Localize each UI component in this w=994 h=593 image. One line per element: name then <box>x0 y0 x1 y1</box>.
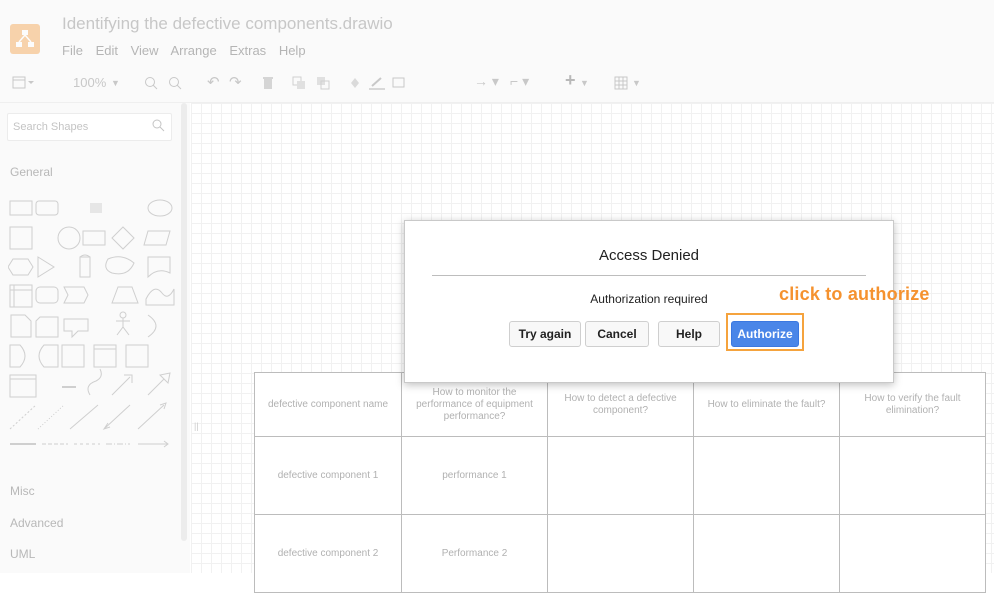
connection-icon[interactable]: → ▾ <box>474 73 499 90</box>
zoom-in-icon[interactable] <box>144 76 158 90</box>
zoom-level[interactable]: 100% <box>73 75 106 90</box>
fill-icon[interactable] <box>348 76 362 90</box>
table-cell[interactable]: defective component 1 <box>254 436 402 515</box>
undo-icon[interactable]: ↶ <box>207 73 220 91</box>
toolbar: 100% ▼ ↶ ↷ → ▾ ⌐ ▾ + ▼ ▼ <box>0 62 994 103</box>
try-again-button[interactable]: Try again <box>509 321 581 347</box>
table-cell[interactable] <box>693 436 840 515</box>
table-cell[interactable] <box>839 436 986 515</box>
waypoints-icon[interactable]: ⌐ ▾ <box>510 73 529 90</box>
section-general[interactable]: General <box>10 165 53 179</box>
table-cell[interactable]: performance 1 <box>401 436 548 515</box>
table-cell[interactable] <box>547 514 694 593</box>
table-cell[interactable] <box>839 514 986 593</box>
shapes-sidebar: General <box>0 103 190 573</box>
table-icon[interactable] <box>614 76 628 90</box>
zoom-dropdown-icon[interactable]: ▼ <box>111 78 120 88</box>
table-cell[interactable] <box>693 514 840 593</box>
menu-arrange[interactable]: Arrange <box>170 43 216 58</box>
table-row: defective component 2 Performance 2 <box>254 514 986 593</box>
to-front-icon[interactable] <box>292 76 306 90</box>
general-shapes-palette[interactable] <box>8 193 178 453</box>
document-title: Identifying the defective components.dra… <box>62 14 393 33</box>
to-back-icon[interactable] <box>316 76 330 90</box>
table-header-cell[interactable]: defective component name <box>254 372 402 437</box>
delete-icon[interactable] <box>262 76 274 90</box>
redo-icon[interactable]: ↷ <box>229 73 242 91</box>
shadow-icon[interactable] <box>392 76 406 90</box>
menu-file[interactable]: File <box>62 43 83 58</box>
title-bar: Identifying the defective components.dra… <box>0 0 994 62</box>
authorize-highlight-box <box>726 313 804 351</box>
drawio-logo-icon <box>10 24 40 54</box>
section-uml[interactable]: UML <box>10 547 35 561</box>
sidebar-scrollbar[interactable] <box>181 103 187 541</box>
search-shapes-input[interactable] <box>8 114 145 140</box>
section-misc[interactable]: Misc <box>10 484 35 498</box>
help-button[interactable]: Help <box>658 321 720 347</box>
table-cell[interactable]: defective component 2 <box>254 514 402 593</box>
menu-edit[interactable]: Edit <box>96 43 118 58</box>
annotation-text: click to authorize <box>779 284 930 304</box>
menu-help[interactable]: Help <box>279 43 306 58</box>
line-color-icon[interactable] <box>369 76 385 90</box>
cancel-button[interactable]: Cancel <box>585 321 649 347</box>
sidebar-resize-handle[interactable]: || <box>194 421 199 431</box>
search-shapes-box[interactable] <box>7 113 172 141</box>
dialog-title: Access Denied <box>598 247 700 264</box>
insert-icon[interactable]: + <box>565 70 576 91</box>
insert-dropdown-icon[interactable]: ▼ <box>580 78 589 88</box>
table-cell[interactable] <box>547 436 694 515</box>
dialog-divider <box>432 275 866 276</box>
section-advanced[interactable]: Advanced <box>10 516 63 530</box>
zoom-out-icon[interactable] <box>168 76 182 90</box>
search-icon[interactable] <box>152 119 165 132</box>
diagram-table[interactable]: defective component name How to monitor … <box>254 372 986 593</box>
menu-view[interactable]: View <box>131 43 159 58</box>
format-panel-icon[interactable] <box>12 76 34 90</box>
table-cell[interactable]: Performance 2 <box>401 514 548 593</box>
menu-extras[interactable]: Extras <box>229 43 266 58</box>
menu-bar: File Edit View Arrange Extras Help <box>62 43 315 58</box>
table-dropdown-icon[interactable]: ▼ <box>632 78 641 88</box>
table-row: defective component 1 performance 1 <box>254 436 986 515</box>
